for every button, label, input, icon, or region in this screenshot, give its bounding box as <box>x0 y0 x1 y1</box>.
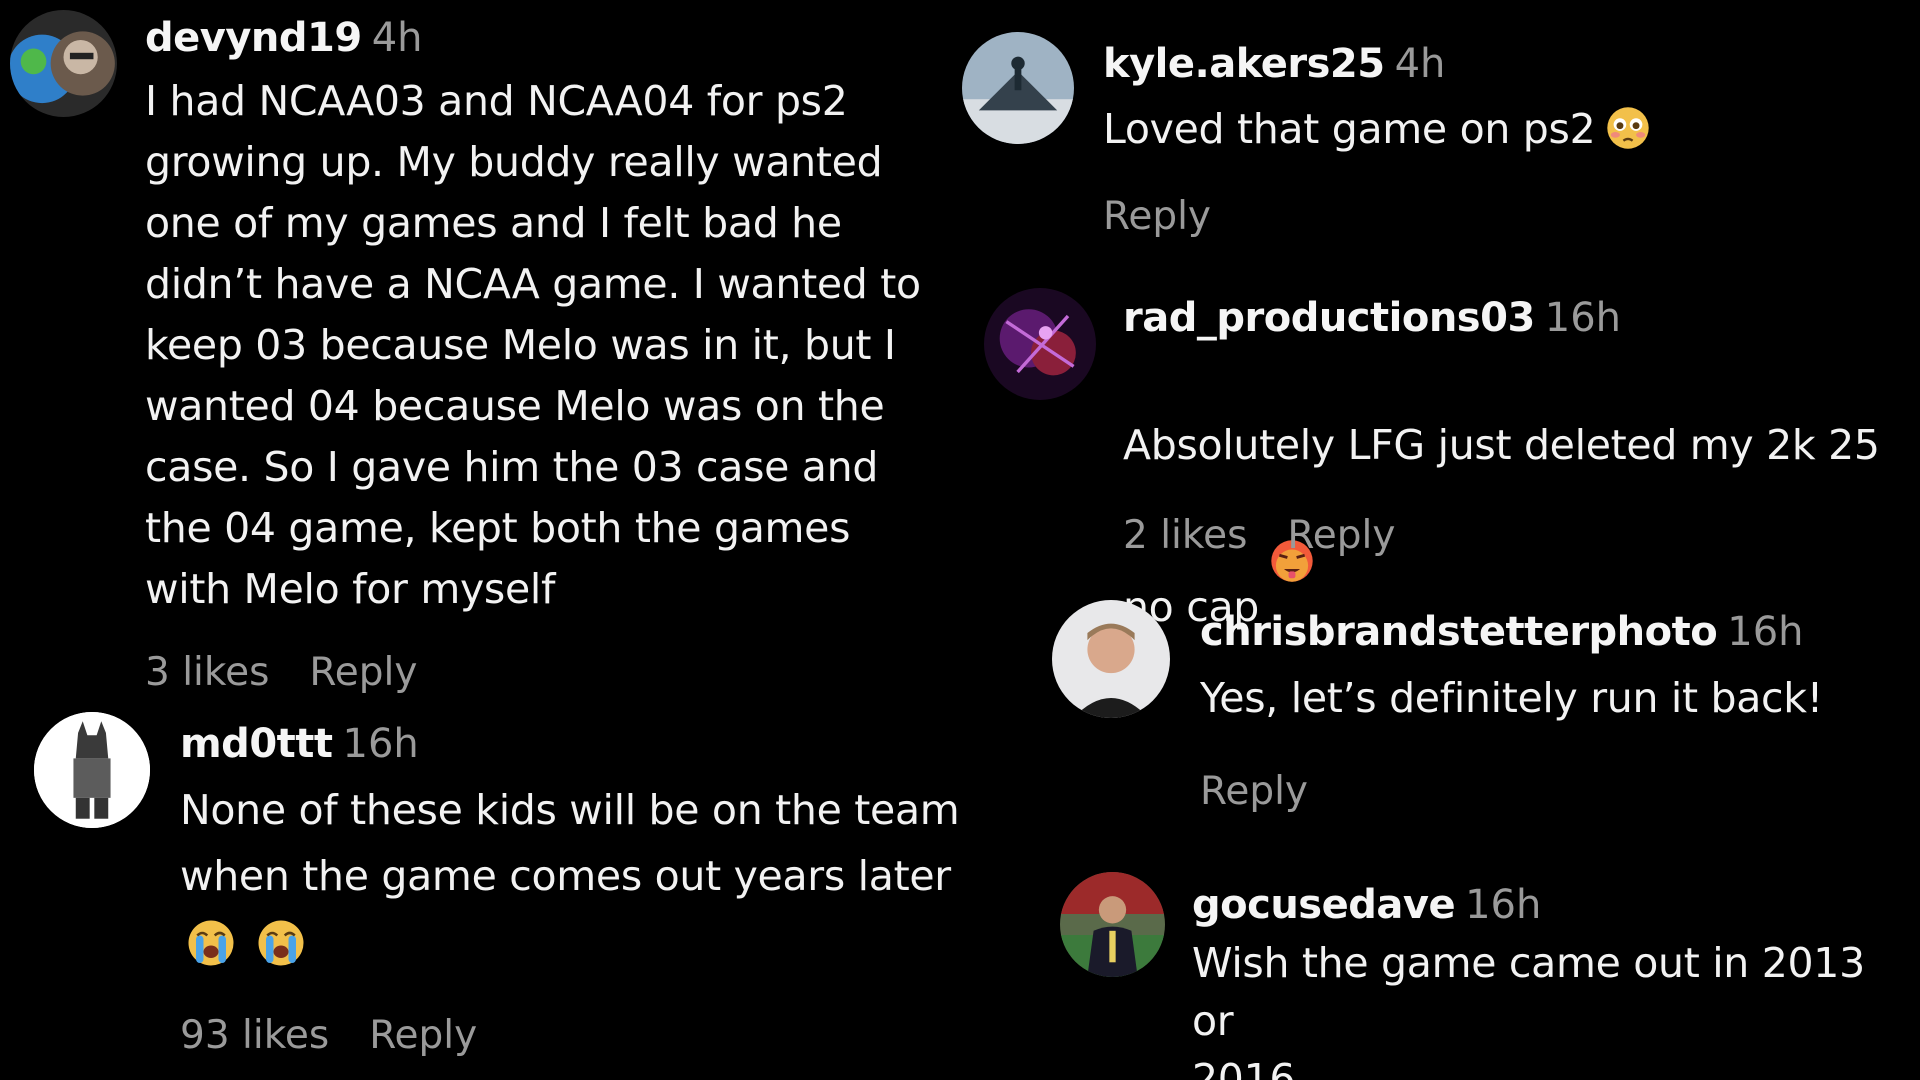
comment-text: I had NCAA03 and NCAA04 for ps2 growing … <box>145 77 921 613</box>
avatar[interactable] <box>1060 872 1165 977</box>
comment-rad-productions03: rad_productions03 16h Absolutely LFG just… <box>960 270 1920 631</box>
avatar[interactable] <box>34 712 150 828</box>
comment-actions: 2 likes Reply <box>1123 516 1395 555</box>
avatar[interactable] <box>1052 600 1170 718</box>
timestamp: 4h <box>371 15 423 61</box>
comment-actions: Reply <box>1103 197 1211 236</box>
flushed-pleading-face-icon <box>1605 105 1651 151</box>
avatar-image <box>984 288 1096 400</box>
username[interactable]: kyle.akers25 <box>1103 41 1385 87</box>
reply-button[interactable]: Reply <box>369 1016 477 1055</box>
username[interactable]: devynd19 <box>145 15 362 61</box>
comment-text: Yes, let’s definitely run it back! <box>1200 674 1823 722</box>
comment-header: devynd19 4h <box>145 18 423 58</box>
comment-chrisbrandstetterphoto: chrisbrandstetterphoto 16h Yes, let’s def… <box>960 590 1920 855</box>
avatar-image <box>10 10 117 117</box>
timestamp: 16h <box>1544 295 1622 341</box>
comment-header: rad_productions03 16h <box>1123 298 1621 338</box>
emoji-row <box>186 918 326 968</box>
reply-button[interactable]: Reply <box>1287 516 1395 555</box>
comment-text-body: Loved that game on ps2 <box>1103 105 1596 153</box>
comment-actions: 93 likes Reply <box>180 1016 477 1055</box>
username[interactable]: gocusedave <box>1192 882 1456 928</box>
likes-count[interactable]: 3 likes <box>145 653 269 692</box>
avatar-image <box>1052 600 1170 718</box>
avatar[interactable] <box>984 288 1096 400</box>
timestamp: 16h <box>1727 609 1804 655</box>
avatar-image <box>34 712 150 828</box>
comment-text: Loved that game on ps2 <box>1103 99 1651 159</box>
comment-text: None of these kids will be on the team w… <box>180 786 960 900</box>
comment-header: gocusedave 16h <box>1192 885 1541 925</box>
loudly-crying-face-icon <box>256 918 306 968</box>
reply-button[interactable]: Reply <box>309 653 417 692</box>
timestamp: 4h <box>1394 41 1446 87</box>
timestamp: 16h <box>1465 882 1542 928</box>
reply-button[interactable]: Reply <box>1200 772 1308 811</box>
comment-header: kyle.akers25 4h <box>1103 44 1445 84</box>
comment-text: Wish the game came out in 2013 or 2016 <box>1192 939 1865 1080</box>
username[interactable]: md0ttt <box>180 721 333 767</box>
comment-devynd19: devynd19 4h I had NCAA03 and NCAA04 for p… <box>0 0 960 700</box>
likes-count[interactable]: 2 likes <box>1123 516 1247 555</box>
loudly-crying-face-icon <box>186 918 236 968</box>
comment-gocusedave: gocusedave 16h Wish the game came out in … <box>960 855 1920 1080</box>
username[interactable]: rad_productions03 <box>1123 295 1535 341</box>
avatar-image <box>1060 872 1165 977</box>
timestamp: 16h <box>342 721 419 767</box>
comment-md0ttt: md0ttt 16h None of these kids will be on … <box>0 700 1060 1080</box>
avatar[interactable] <box>962 32 1074 144</box>
likes-count[interactable]: 93 likes <box>180 1016 329 1055</box>
avatar-image <box>962 32 1074 144</box>
comment-kyle-akers25: kyle.akers25 4h Loved that game on ps2 Re… <box>960 0 1920 270</box>
avatar[interactable] <box>10 10 117 117</box>
comment-actions: 3 likes Reply <box>145 653 417 692</box>
comment-header: chrisbrandstetterphoto 16h <box>1200 612 1804 652</box>
username[interactable]: chrisbrandstetterphoto <box>1200 609 1718 655</box>
reply-button[interactable]: Reply <box>1103 197 1211 236</box>
comment-header: md0ttt 16h <box>180 724 419 764</box>
comment-actions: Reply <box>1200 772 1308 811</box>
